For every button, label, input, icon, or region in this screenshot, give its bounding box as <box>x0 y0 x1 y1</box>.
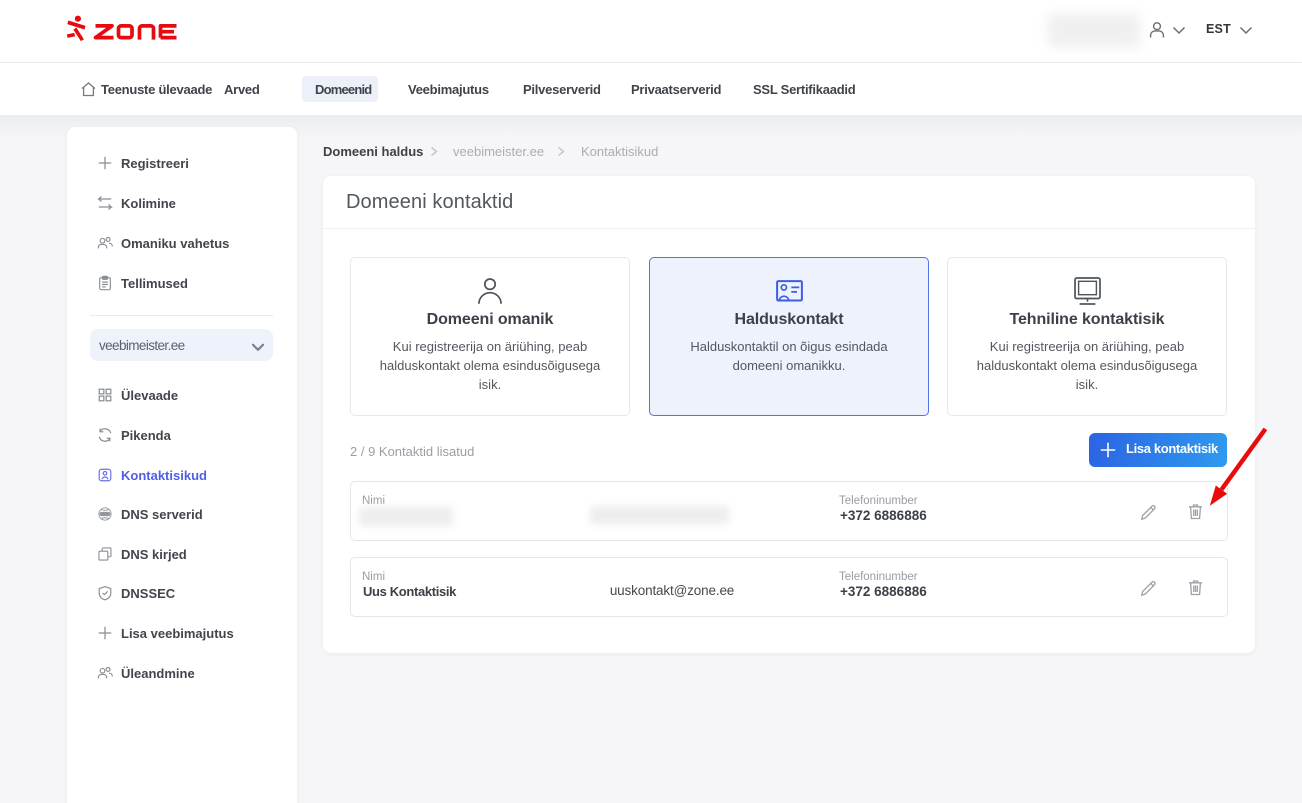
svg-text:DNS: DNS <box>101 512 109 516</box>
